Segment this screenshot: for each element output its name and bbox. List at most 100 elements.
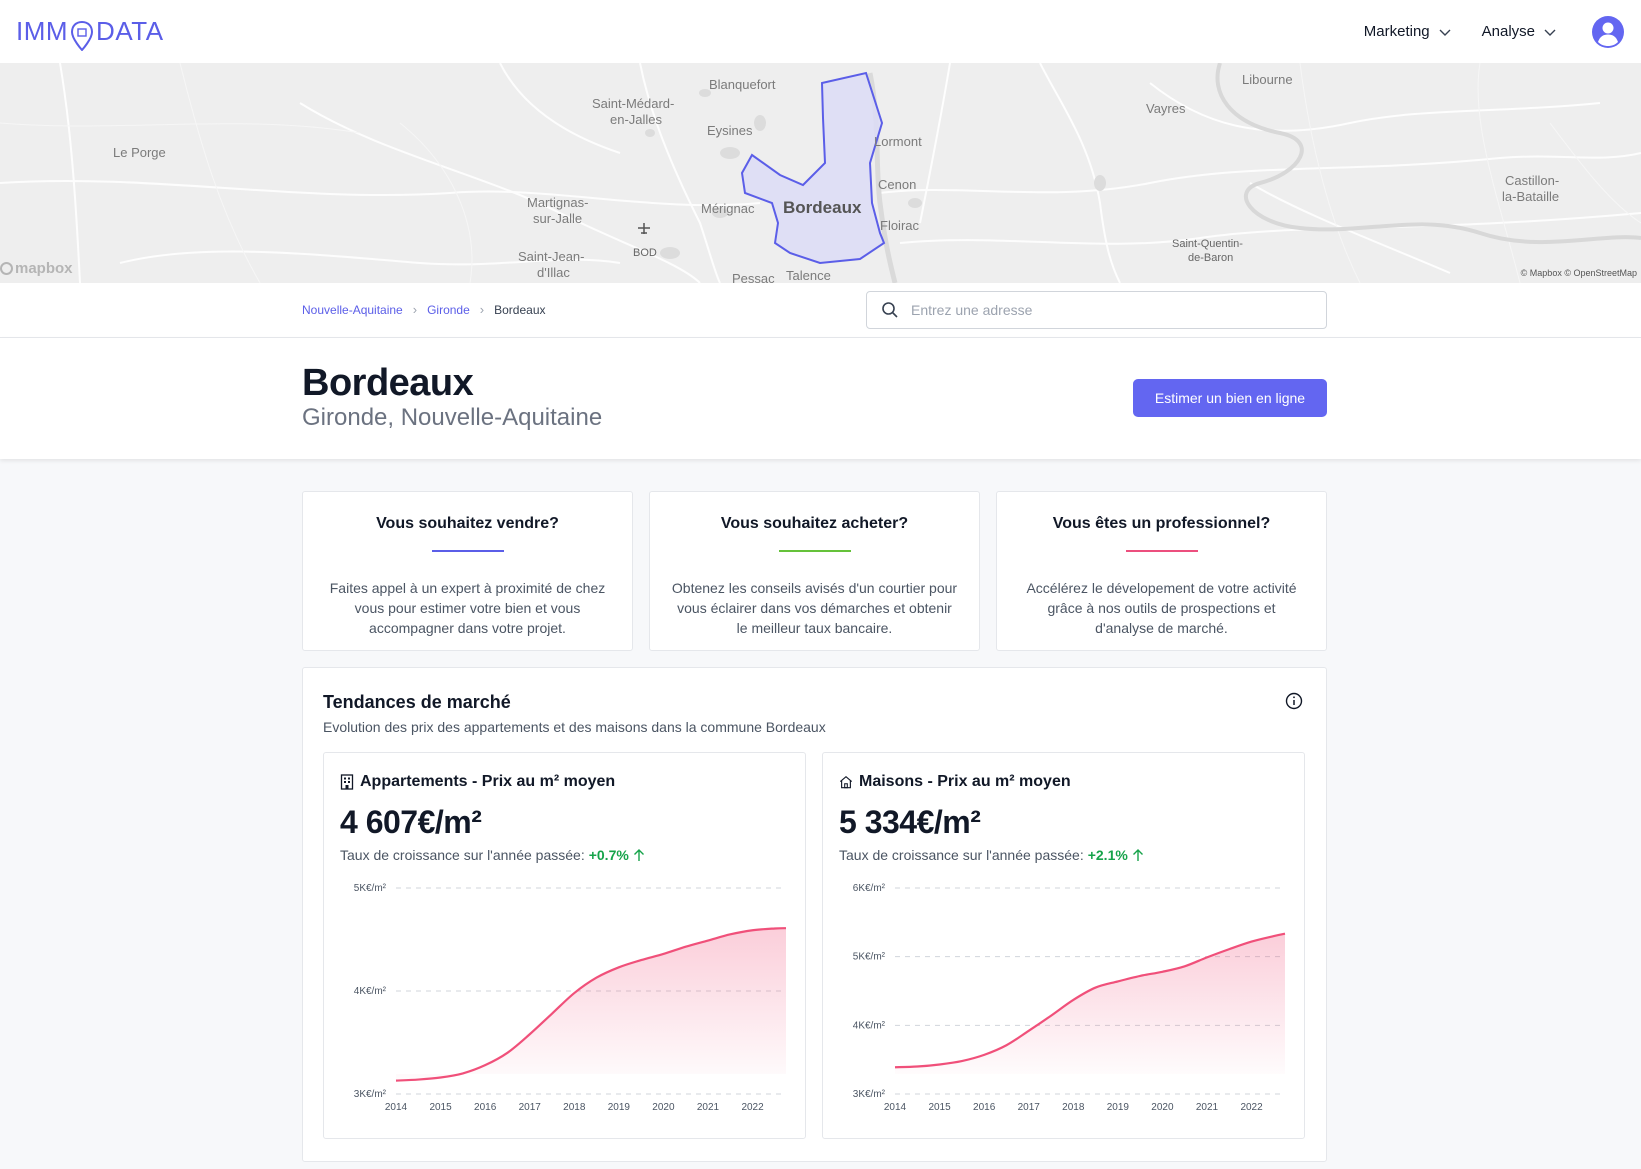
houses-chart-card: Maisons - Prix au m² moyen 5 334€/m² Tau… xyxy=(822,752,1305,1139)
y-tick-label: 3K€/m² xyxy=(354,1089,387,1100)
logo-text-left: IMM xyxy=(16,16,69,46)
card-pro-divider xyxy=(1125,550,1198,552)
map-label-libourne: Libourne xyxy=(1242,72,1293,87)
apartments-chart-title-text: Appartements - Prix au m² moyen xyxy=(360,773,616,790)
apartments-price-chart: 3K€/m² 4K€/m² 5K€/m² 2014 2015 2016 2017 2018 20… xyxy=(354,883,787,1113)
map-label-pessac: Pessac xyxy=(732,271,775,283)
card-sell-title: Vous souhaitez vendre? xyxy=(376,515,559,532)
map-label-floirac: Floirac xyxy=(880,218,920,233)
x-tick-label: 2020 xyxy=(1151,1102,1174,1113)
map-label-saint-quentin-1: Saint-Quentin- xyxy=(1172,238,1243,250)
main-nav: Marketing Analyse xyxy=(1364,15,1625,49)
houses-price: 5 334€/m² xyxy=(839,804,981,840)
y-tick-label: 3K€/m² xyxy=(853,1089,886,1100)
chevron-right-icon: › xyxy=(479,302,485,317)
houses-growth: Taux de croissance sur l'année passée: +… xyxy=(839,847,1144,863)
apartments-growth: Taux de croissance sur l'année passée: +… xyxy=(340,847,645,863)
map-label-saint-medard-1: Saint-Médard- xyxy=(592,96,675,111)
map-background xyxy=(0,63,1641,283)
houses-growth-label: Taux de croissance sur l'année passée: xyxy=(839,847,1084,863)
apartments-growth-label: Taux de croissance sur l'année passée: xyxy=(340,847,585,863)
map-label-blanquefort: Blanquefort xyxy=(709,77,776,92)
nav-analyse-menu[interactable]: Analyse xyxy=(1482,23,1557,40)
card-sell-text: Faites appel à un expert à proximité de … xyxy=(329,580,606,636)
house-icon xyxy=(839,776,853,789)
y-tick-label: 4K€/m² xyxy=(853,1020,886,1031)
x-tick-label: 2019 xyxy=(608,1102,631,1113)
apartments-chart-card: Appartements - Prix au m² moyen 4 607€/m… xyxy=(323,752,806,1139)
map-label-saint-quentin-2: de-Baron xyxy=(1188,252,1234,264)
card-sell-divider xyxy=(431,550,504,552)
market-description: Evolution des prix des appartements et d… xyxy=(323,719,826,735)
apartments-price: 4 607€/m² xyxy=(340,804,482,840)
y-tick-label: 4K€/m² xyxy=(354,986,387,997)
card-pro-text: Accélérez le dévelopement de votre activ… xyxy=(1026,580,1297,636)
card-buy[interactable]: Vous souhaitez acheter? Obtenez les cons… xyxy=(649,491,980,651)
user-avatar-icon[interactable] xyxy=(1591,15,1625,49)
city-map[interactable]: Blanquefort Libourne Saint-Médard- en-Ja… xyxy=(0,63,1641,283)
top-navbar: IMM DATA Marketing Analyse xyxy=(0,0,1641,63)
map-label-castillon-1: Castillon- xyxy=(1505,173,1560,188)
info-icon[interactable] xyxy=(1285,692,1303,710)
building-icon xyxy=(340,774,354,790)
breadcrumb-bar: Nouvelle-Aquitaine › Gironde › Bordeaux xyxy=(0,283,1641,338)
map-label-martignas-2: sur-Jalle xyxy=(533,211,583,226)
market-trends-panel: Tendances de marché Evolution des prix d… xyxy=(302,667,1327,1162)
city-header: Bordeaux Gironde, Nouvelle-Aquitaine Est… xyxy=(0,338,1641,459)
chevron-down-icon xyxy=(1439,29,1451,36)
y-tick-label: 5K€/m² xyxy=(853,952,886,963)
map-label-saint-jean-2: d'Illac xyxy=(537,265,570,280)
address-search-input[interactable] xyxy=(911,302,1311,318)
x-tick-label: 2014 xyxy=(385,1102,408,1113)
houses-chart-title-text: Maisons - Prix au m² moyen xyxy=(859,773,1071,790)
apartments-growth-value: +0.7% xyxy=(588,847,629,863)
map-label-cenon: Cenon xyxy=(878,177,917,192)
chevron-right-icon: › xyxy=(412,302,418,317)
chevron-down-icon xyxy=(1544,29,1556,36)
x-tick-label: 2020 xyxy=(652,1102,675,1113)
mapbox-logo[interactable]: mapbox xyxy=(0,260,73,277)
map-label-martignas-1: Martignas- xyxy=(527,195,589,210)
page-subtitle: Gironde, Nouvelle-Aquitaine xyxy=(302,404,603,431)
houses-chart-title: Maisons - Prix au m² moyen xyxy=(839,773,1071,791)
x-tick-label: 2017 xyxy=(1018,1102,1041,1113)
arrow-up-icon xyxy=(1132,849,1143,861)
x-tick-label: 2019 xyxy=(1107,1102,1130,1113)
service-cards: Vous souhaitez vendre? Faites appel à un… xyxy=(302,491,1327,651)
breadcrumb-link-region[interactable]: Nouvelle-Aquitaine xyxy=(302,303,403,317)
houses-price-chart: 3K€/m² 4K€/m² 5K€/m² 6K€/m² 2014 2015 2016 2017… xyxy=(853,883,1286,1113)
mapbox-logo-icon xyxy=(0,262,13,275)
breadcrumb-link-department[interactable]: Gironde xyxy=(427,303,470,317)
search-icon xyxy=(882,302,898,318)
address-search-box[interactable] xyxy=(866,291,1327,329)
map-label-saint-jean-1: Saint-Jean- xyxy=(518,249,585,264)
logo[interactable]: IMM DATA xyxy=(16,16,164,51)
area-fill xyxy=(895,933,1285,1074)
card-pro-title: Vous êtes un professionnel? xyxy=(1052,515,1271,532)
x-tick-label: 2022 xyxy=(1240,1102,1263,1113)
map-label-lormont: Lormont xyxy=(874,134,922,149)
map-label-merignac: Mérignac xyxy=(701,201,755,216)
map-label-talence: Talence xyxy=(786,268,831,283)
map-label-castillon-2: la-Bataille xyxy=(1502,189,1560,204)
card-pro[interactable]: Vous êtes un professionnel? Accélérez le… xyxy=(996,491,1327,651)
nav-marketing-menu[interactable]: Marketing xyxy=(1364,23,1452,40)
card-buy-text: Obtenez les conseils avisés d'un courtie… xyxy=(671,580,958,636)
card-buy-divider xyxy=(778,550,851,552)
map-label-le-porge: Le Porge xyxy=(113,145,166,160)
card-buy-title: Vous souhaitez acheter? xyxy=(720,515,909,532)
breadcrumb-current: Bordeaux xyxy=(494,302,546,317)
estimate-online-button[interactable]: Estimer un bien en ligne xyxy=(1133,379,1327,417)
logo-text-right: DATA xyxy=(96,16,164,46)
x-tick-label: 2022 xyxy=(741,1102,764,1113)
x-tick-label: 2018 xyxy=(563,1102,586,1113)
mapbox-logo-text: mapbox xyxy=(15,260,73,277)
x-tick-label: 2016 xyxy=(973,1102,996,1113)
card-sell[interactable]: Vous souhaitez vendre? Faites appel à un… xyxy=(302,491,633,651)
y-tick-label: 5K€/m² xyxy=(354,883,387,894)
map-label-bod: BOD xyxy=(633,247,657,259)
market-title: Tendances de marché xyxy=(323,692,511,712)
nav-marketing-label: Marketing xyxy=(1363,23,1430,40)
map-attribution[interactable]: © Mapbox © OpenStreetMap xyxy=(1521,268,1637,278)
map-pin-icon xyxy=(71,20,94,51)
